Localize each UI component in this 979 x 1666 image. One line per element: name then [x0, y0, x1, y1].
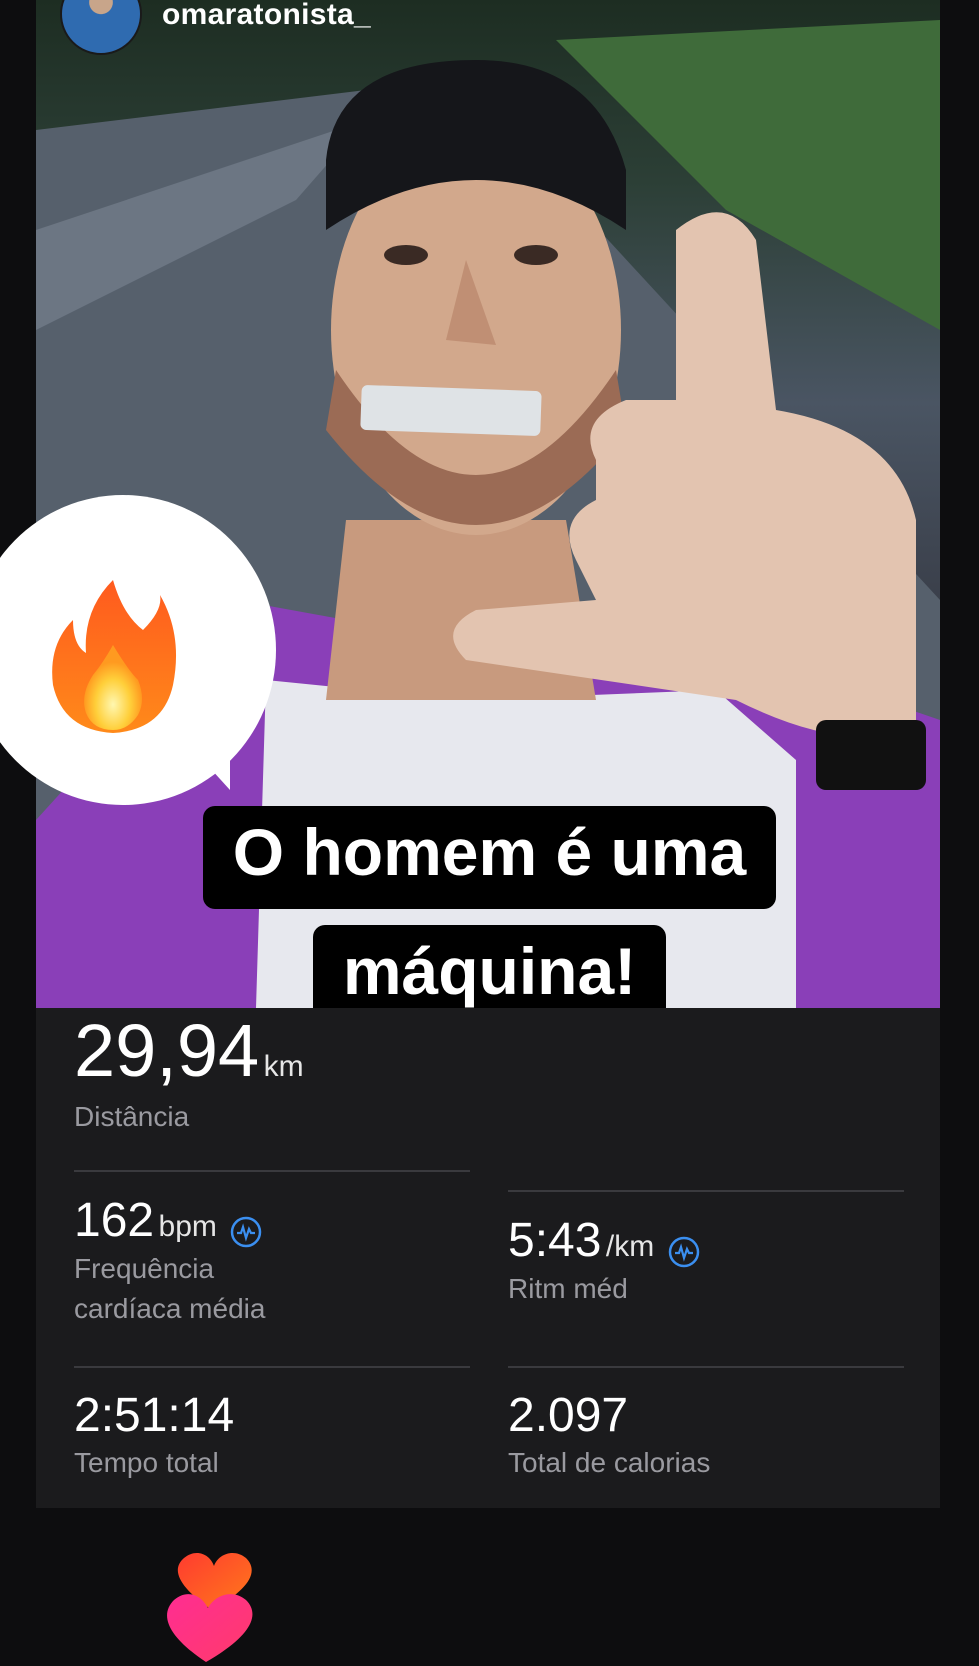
total-time-metric: 2:51:14 Tempo total [74, 1388, 234, 1484]
divider [508, 1190, 904, 1192]
calories-metric: 2.097 Total de calorias [508, 1388, 710, 1484]
divider [508, 1366, 904, 1368]
story-view[interactable]: omaratonista_ O homem é uma máquina! 29,… [0, 0, 979, 1666]
reaction-bubble-tail [180, 735, 230, 790]
avatar[interactable] [60, 0, 142, 55]
pace-monitor-icon[interactable] [667, 1235, 701, 1269]
activity-stats-panel: 29,94 km Distância 162 bpm Frequência ca… [36, 1008, 940, 1508]
distance-label: Distância [74, 1101, 190, 1132]
heart-rate-label-1: Frequência [74, 1252, 215, 1284]
heart-rate-label-2: cardíaca média [74, 1293, 266, 1325]
pace-unit: /km [605, 1230, 655, 1263]
distance-unit: km [263, 1050, 304, 1083]
total-time-value: 2:51:14 [74, 1389, 235, 1442]
divider [74, 1170, 470, 1172]
distance-value: 29,94 [74, 1009, 260, 1092]
hearts-icon[interactable] [160, 1540, 270, 1666]
story-header: omaratonista_ [60, 0, 371, 55]
caption-line-1-wrap: O homem é uma [0, 806, 979, 909]
divider [74, 1366, 470, 1368]
pace-label: Ritm méd [508, 1272, 628, 1304]
heart-rate-metric: 162 bpm Frequência cardíaca média [74, 1193, 265, 1330]
distance-metric: 29,94 km Distância [74, 1008, 304, 1138]
caption-line-1: O homem é uma [202, 806, 777, 909]
total-time-label: Tempo total [74, 1447, 219, 1478]
fire-icon [52, 580, 177, 733]
pace-metric: 5:43 /km Ritm méd [508, 1213, 701, 1309]
heart-rate-unit: bpm [158, 1210, 217, 1243]
pace-value: 5:43 [508, 1214, 602, 1267]
calories-value: 2.097 [508, 1389, 629, 1442]
heart-rate-value: 162 [74, 1194, 155, 1247]
heart-rate-monitor-icon[interactable] [229, 1215, 263, 1249]
calories-label: Total de calorias [508, 1447, 711, 1478]
reaction-sticker[interactable] [0, 495, 276, 805]
username[interactable]: omaratonista_ [162, 0, 371, 32]
